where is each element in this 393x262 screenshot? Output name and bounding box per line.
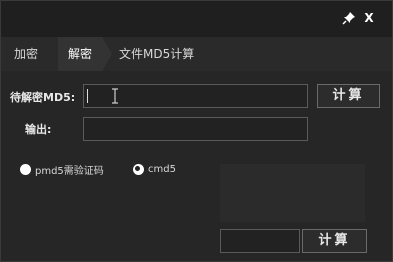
radio-cmd5[interactable]: cmd5 [133, 162, 176, 176]
text-caret [87, 89, 88, 103]
title-bar: X [1, 1, 392, 37]
calculate-button-2[interactable]: 计算 [302, 229, 367, 253]
radio-checked-icon[interactable] [133, 163, 144, 175]
captcha-input[interactable] [220, 229, 300, 253]
calculate-button[interactable]: 计算 [317, 84, 380, 108]
app-window: X 加密 解密 文件MD5计算 待解密MD5: 计算 输出: pmd5需验证码 … [0, 0, 393, 262]
tab-decrypt[interactable]: 解密 [58, 37, 113, 71]
decrypt-panel: 待解密MD5: 计算 输出: pmd5需验证码 cmd5 计算 [1, 71, 392, 261]
tab-encrypt[interactable]: 加密 [8, 37, 44, 71]
output-label: 输出: [25, 123, 52, 136]
captcha-image-area [220, 164, 365, 222]
radio-pmd5[interactable]: pmd5需验证码 [20, 162, 104, 177]
output-field[interactable] [83, 117, 308, 141]
pin-icon[interactable] [342, 11, 356, 25]
radio-unchecked-icon[interactable] [20, 163, 31, 175]
close-button[interactable]: X [362, 11, 376, 25]
tab-bar: 加密 解密 文件MD5计算 [1, 37, 392, 71]
radio-pmd5-label: pmd5需验证码 [35, 165, 104, 177]
tab-file-md5[interactable]: 文件MD5计算 [115, 37, 198, 71]
radio-cmd5-label: cmd5 [148, 163, 176, 175]
ibeam-cursor-icon [110, 88, 120, 104]
decrypt-input-label: 待解密MD5: [10, 91, 76, 104]
